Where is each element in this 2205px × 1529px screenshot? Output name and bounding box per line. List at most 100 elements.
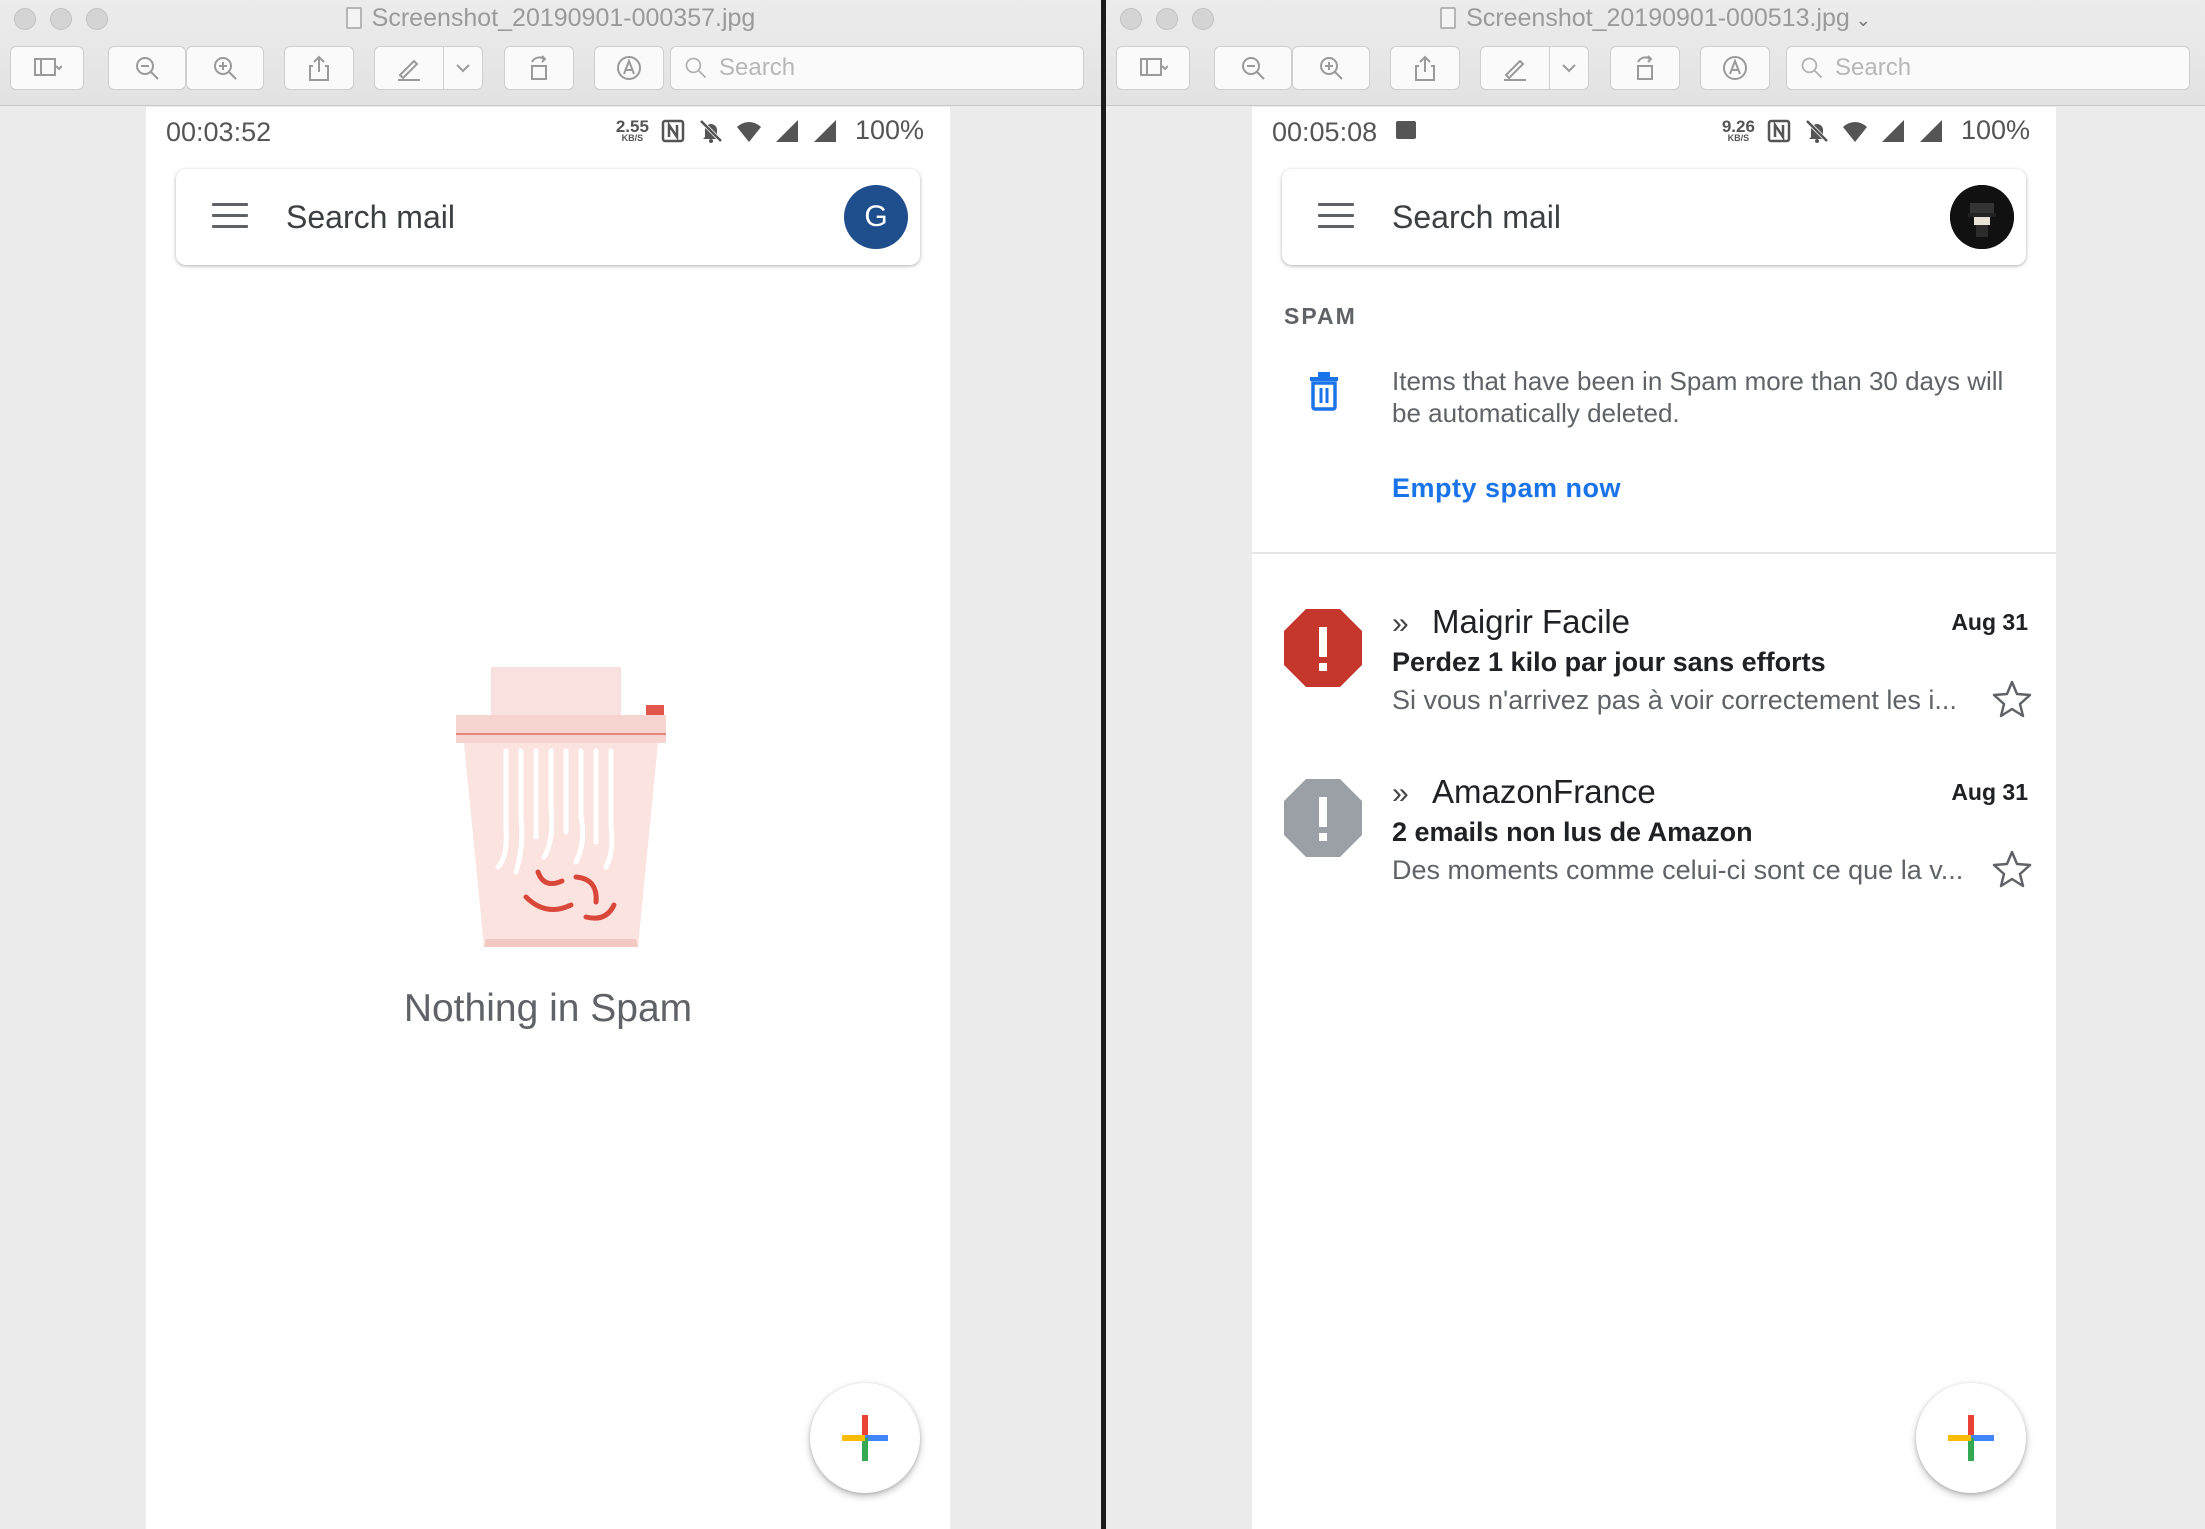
rotate-icon xyxy=(531,55,547,80)
zoom-in-icon xyxy=(1320,57,1343,80)
phone-screenshot: 00:03:52 2.55 KB/S 100% Search mail G No… xyxy=(146,107,950,1529)
email-list-item[interactable]: » AmazonFrance Aug 31 2 emails non lus d… xyxy=(1252,747,2056,897)
status-icons: 2.55 KB/S 100% xyxy=(616,115,924,146)
email-sender: AmazonFrance xyxy=(1432,773,1656,810)
status-bar: 00:05:08 9.26 KB/S 100% xyxy=(1252,107,2056,155)
search-icon xyxy=(1801,57,1823,79)
star-icon[interactable] xyxy=(1992,679,2032,719)
image-notification-icon xyxy=(1396,121,1416,139)
sidebar-icon xyxy=(34,58,62,76)
spam-warning-icon xyxy=(1284,779,1362,857)
window-title: Screenshot_20190901-000357.jpg xyxy=(0,4,1101,33)
wifi-icon xyxy=(736,121,761,142)
markup-button[interactable] xyxy=(1480,46,1550,90)
window-titlebar: Screenshot_20190901-000357.jpg Search xyxy=(0,0,1101,106)
search-icon xyxy=(685,57,707,79)
section-title: SPAM xyxy=(1284,303,1357,329)
network-speed: 9.26 KB/S xyxy=(1721,116,1755,143)
signal-icon-2 xyxy=(813,119,836,142)
zoom-in-button[interactable] xyxy=(186,46,264,90)
compose-plus-icon xyxy=(1948,1415,1994,1461)
compose-button[interactable] xyxy=(1916,1383,2026,1493)
zoom-in-icon xyxy=(214,57,237,80)
search-mail-label: Search mail xyxy=(1392,199,1561,235)
importance-marker-icon: » xyxy=(1392,777,1409,810)
battery-level: 100% xyxy=(854,115,924,145)
document-icon xyxy=(1440,7,1457,29)
chevron-down-icon xyxy=(1562,64,1576,73)
email-subject: Perdez 1 kilo par jour sans efforts xyxy=(1392,647,1826,677)
status-bar: 00:03:52 2.55 KB/S 100% xyxy=(146,107,950,155)
sidebar-toggle-button[interactable] xyxy=(10,46,84,90)
signal-icon xyxy=(1881,119,1904,142)
markup-menu-button[interactable] xyxy=(1549,46,1589,90)
search-mail-label: Search mail xyxy=(286,199,455,235)
notifications-off-icon xyxy=(1805,119,1829,143)
markup-button[interactable] xyxy=(374,46,444,90)
document-icon xyxy=(345,7,362,29)
empty-spam-now-button[interactable]: Empty spam now xyxy=(1392,473,1621,504)
markup-menu-button[interactable] xyxy=(443,46,483,90)
zoom-in-button[interactable] xyxy=(1292,46,1370,90)
annotate-icon xyxy=(1723,56,1747,80)
preview-search-field[interactable]: Search xyxy=(1786,46,2190,90)
compose-plus-icon xyxy=(842,1415,888,1461)
wifi-icon xyxy=(1842,121,1867,142)
preview-toolbar: Search xyxy=(1116,46,2195,90)
compose-button[interactable] xyxy=(810,1383,920,1493)
share-button[interactable] xyxy=(284,46,354,90)
status-time: 00:05:08 xyxy=(1272,117,1378,147)
search-mail-bar[interactable]: Search mail G xyxy=(176,169,920,265)
network-speed: 2.55 KB/S xyxy=(615,116,649,143)
account-avatar[interactable] xyxy=(1950,185,2014,249)
importance-marker-icon: » xyxy=(1392,607,1409,640)
pen-icon xyxy=(1504,59,1526,81)
phone-screenshot: 00:05:08 9.26 KB/S 100% Search mail SPAM… xyxy=(1252,107,2056,1529)
hamburger-menu-icon[interactable] xyxy=(212,203,248,229)
spam-retention-notice: Items that have been in Spam more than 3… xyxy=(1392,366,2004,428)
hamburger-menu-icon[interactable] xyxy=(1318,203,1354,229)
email-subject: 2 emails non lus de Amazon xyxy=(1392,817,1753,847)
annotate-button[interactable] xyxy=(594,46,664,90)
annotate-button[interactable] xyxy=(1700,46,1770,90)
star-icon[interactable] xyxy=(1992,849,2032,889)
status-icons: 9.26 KB/S 100% xyxy=(1722,115,2030,146)
desktop: Screenshot_20190901-000357.jpg Search 00… xyxy=(0,0,2205,1529)
rotate-button[interactable] xyxy=(504,46,574,90)
preview-window-left: Screenshot_20190901-000357.jpg Search 00… xyxy=(0,0,1101,1529)
divider xyxy=(1252,552,2056,554)
zoom-out-button[interactable] xyxy=(108,46,186,90)
search-mail-bar[interactable]: Search mail xyxy=(1282,169,2026,265)
window-title[interactable]: Screenshot_20190901-000513.jpg ⌄ xyxy=(1106,4,2205,33)
chevron-down-icon: ⌄ xyxy=(1855,10,1871,30)
preview-window-right: Screenshot_20190901-000513.jpg ⌄ Search … xyxy=(1106,0,2205,1529)
trash-icon xyxy=(1310,372,1338,411)
preview-search-field[interactable]: Search xyxy=(670,46,1084,90)
account-avatar[interactable]: G xyxy=(844,185,908,249)
search-placeholder: Search xyxy=(719,54,796,81)
share-icon xyxy=(1415,55,1435,81)
share-button[interactable] xyxy=(1390,46,1460,90)
spam-warning-icon xyxy=(1284,609,1362,687)
search-placeholder: Search xyxy=(1835,54,1912,81)
signal-icon xyxy=(775,119,798,142)
nfc-icon xyxy=(1767,119,1791,142)
email-date: Aug 31 xyxy=(1951,779,2028,805)
pen-icon xyxy=(398,59,420,81)
preview-toolbar: Search xyxy=(10,46,1091,90)
status-time: 00:03:52 xyxy=(166,117,272,147)
zoom-out-icon xyxy=(1242,57,1265,80)
email-list-item[interactable]: » Maigrir Facile Aug 31 Perdez 1 kilo pa… xyxy=(1252,577,2056,727)
chevron-down-icon xyxy=(456,64,470,73)
empty-state-message: Nothing in Spam xyxy=(403,987,693,1030)
zoom-out-button[interactable] xyxy=(1214,46,1292,90)
zoom-out-icon xyxy=(136,57,159,80)
email-date: Aug 31 xyxy=(1951,609,2028,635)
rotate-button[interactable] xyxy=(1610,46,1680,90)
window-titlebar: Screenshot_20190901-000513.jpg ⌄ Search xyxy=(1106,0,2205,106)
notifications-off-icon xyxy=(699,119,723,143)
annotate-icon xyxy=(617,56,641,80)
empty-spam-shredder-illustration xyxy=(456,667,666,947)
share-icon xyxy=(309,55,329,81)
sidebar-toggle-button[interactable] xyxy=(1116,46,1190,90)
